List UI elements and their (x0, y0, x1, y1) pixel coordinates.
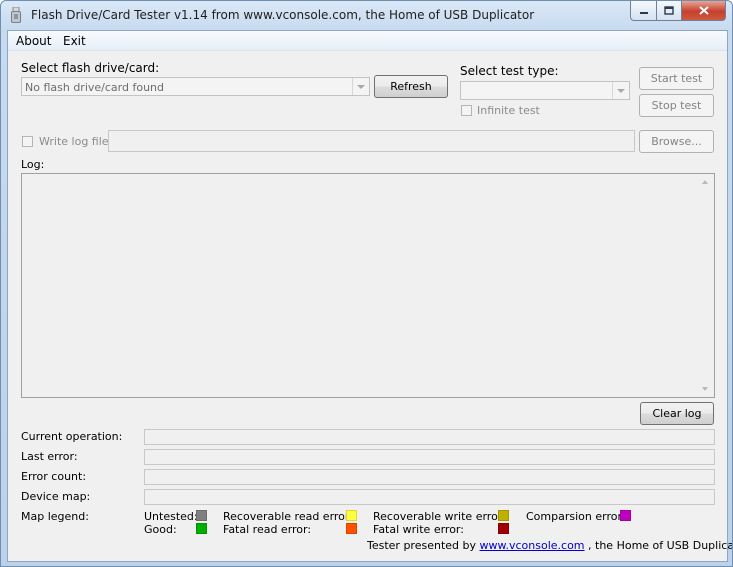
legend-recoverable-read-swatch (346, 510, 357, 521)
legend-untested-label: Untested: (144, 510, 198, 523)
last-error-label: Last error: (21, 450, 78, 463)
log-textarea[interactable] (21, 173, 715, 398)
error-count-field (144, 469, 715, 485)
close-button[interactable] (682, 1, 726, 21)
legend-recoverable-write-label: Recoverable write error: (373, 510, 506, 523)
log-scrollbar[interactable] (698, 174, 714, 397)
drive-select-arrow[interactable] (352, 78, 369, 95)
minimize-button[interactable] (630, 1, 657, 21)
menu-about[interactable]: About (16, 34, 51, 48)
scroll-down-icon[interactable] (702, 387, 708, 391)
minimize-icon (639, 11, 648, 14)
client-area: About Exit Select flash drive/card: No f… (7, 30, 732, 562)
legend-fatal-read-label: Fatal read error: (223, 523, 312, 536)
close-icon (698, 6, 709, 15)
legend-untested-swatch (196, 510, 207, 521)
write-log-label: Write log file (39, 135, 109, 148)
last-error-field (144, 449, 715, 465)
current-operation-label: Current operation: (21, 430, 123, 443)
clear-log-button[interactable]: Clear log (640, 402, 714, 425)
device-map-field (144, 489, 715, 505)
current-operation-field (144, 429, 715, 445)
usb-drive-icon (11, 7, 21, 23)
legend-recoverable-read-label: Recoverable read error: (223, 510, 353, 523)
app-window: Flash Drive/Card Tester v1.14 from www.v… (0, 0, 733, 567)
footer-suffix: , the Home of USB Duplicator. (588, 539, 732, 552)
write-log-checkbox[interactable] (22, 136, 33, 147)
browse-button[interactable]: Browse... (639, 130, 714, 153)
chevron-down-icon (357, 84, 365, 89)
refresh-button[interactable]: Refresh (374, 75, 448, 98)
maximize-button[interactable] (657, 1, 682, 21)
title-bar[interactable]: Flash Drive/Card Tester v1.14 from www.v… (1, 1, 732, 29)
footer: Tester presented by www.vconsole.com , t… (367, 539, 732, 552)
error-count-label: Error count: (21, 470, 87, 483)
legend-good-swatch (196, 523, 207, 534)
menu-bar: About Exit (8, 31, 727, 51)
test-type-select[interactable] (460, 81, 630, 100)
caption-buttons (630, 1, 726, 21)
legend-fatal-write-label: Fatal write error: (373, 523, 464, 536)
menu-exit[interactable]: Exit (63, 34, 86, 48)
test-type-label: Select test type: (460, 64, 559, 78)
legend-comparsion-swatch (620, 510, 631, 521)
maximize-icon (664, 6, 674, 15)
log-file-path-field[interactable] (108, 130, 635, 152)
legend-good-label: Good: (144, 523, 177, 536)
device-map-label: Device map: (21, 490, 91, 503)
vconsole-link[interactable]: www.vconsole.com (480, 539, 585, 552)
legend-fatal-write-swatch (498, 523, 509, 534)
stop-test-button[interactable]: Stop test (639, 94, 714, 117)
infinite-test-checkbox[interactable] (461, 105, 472, 116)
legend-fatal-read-swatch (346, 523, 357, 534)
legend-comparsion-label: Comparsion error: (526, 510, 626, 523)
drive-label: Select flash drive/card: (21, 61, 160, 75)
drive-select[interactable]: No flash drive/card found (21, 77, 370, 96)
legend-recoverable-write-swatch (498, 510, 509, 521)
infinite-test-label: Infinite test (477, 104, 540, 117)
footer-prefix: Tester presented by (367, 539, 477, 552)
map-legend-label: Map legend: (21, 510, 89, 523)
scroll-up-icon[interactable] (702, 180, 708, 184)
chevron-down-icon (617, 88, 625, 93)
start-test-button[interactable]: Start test (639, 67, 714, 90)
drive-select-value: No flash drive/card found (25, 81, 164, 94)
log-label: Log: (21, 158, 45, 171)
window-title: Flash Drive/Card Tester v1.14 from www.v… (31, 8, 535, 22)
test-type-arrow[interactable] (612, 82, 629, 99)
